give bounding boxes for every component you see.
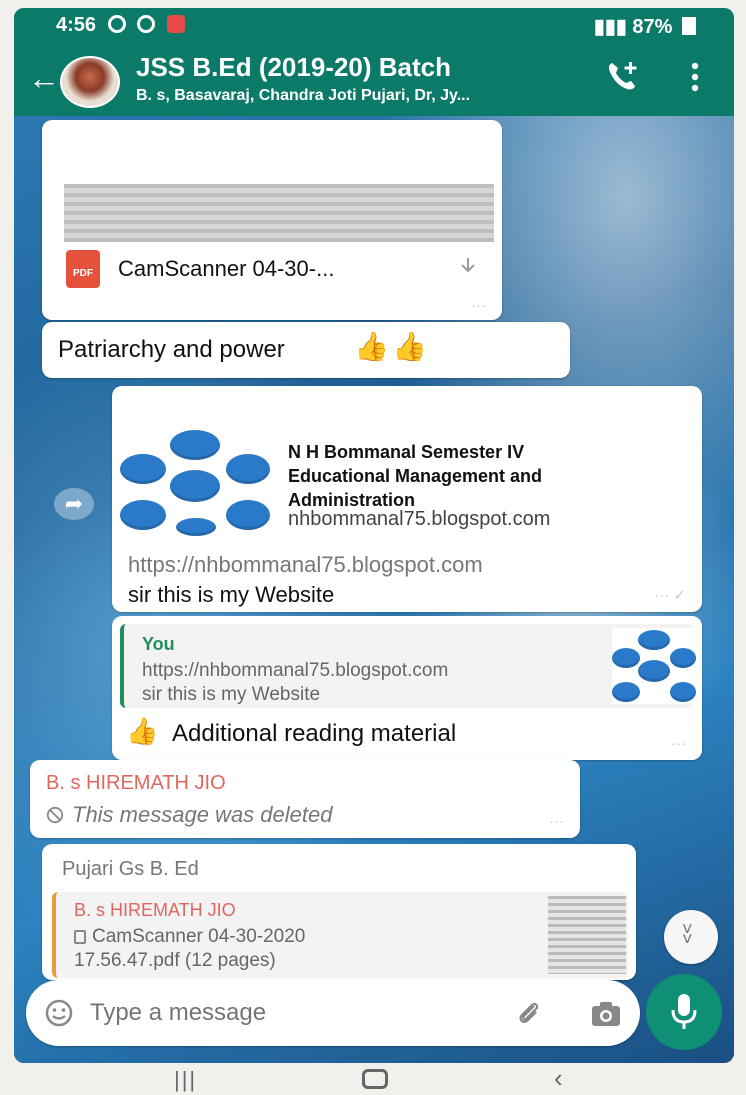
quote-text: sir this is my Website bbox=[142, 684, 321, 705]
back-icon[interactable]: ‹ bbox=[554, 1063, 563, 1094]
recents-icon[interactable]: ||| bbox=[174, 1067, 197, 1093]
quoted-message[interactable]: You https://nhbommanal75.blogspot.com si… bbox=[120, 624, 696, 708]
thumbs-emoji-icon: 👍 bbox=[126, 716, 159, 746]
camera-icon[interactable] bbox=[590, 1000, 622, 1028]
quote-author: B. s HIREMATH JIO bbox=[74, 900, 236, 920]
message-text: Additional reading material bbox=[172, 720, 457, 747]
microphone-icon bbox=[671, 994, 697, 1029]
quote-thumbnail bbox=[612, 628, 696, 704]
attach-icon[interactable] bbox=[514, 998, 544, 1028]
group-avatar[interactable] bbox=[60, 56, 120, 108]
message-input[interactable] bbox=[90, 994, 470, 1032]
notification-icon bbox=[137, 15, 156, 33]
message-notification-icon bbox=[166, 15, 185, 33]
document-message[interactable]: PDF CamScanner 04-30-... ··· bbox=[42, 120, 502, 320]
chat-header: 4:56 ▮▮▮ 87% ← JSS B.Ed (2019-20) Batch … bbox=[14, 8, 734, 116]
voice-message-button[interactable] bbox=[646, 974, 722, 1050]
link-url[interactable]: https://nhbommanal75.blogspot.com bbox=[128, 552, 483, 578]
pdf-icon: PDF bbox=[66, 250, 100, 288]
signal-icon: ▮▮▮ bbox=[593, 16, 627, 38]
reply-document-message[interactable]: Pujari Gs B. Ed B. s HIREMATH JIO CamSca… bbox=[42, 844, 636, 980]
sender-name[interactable]: B. s HIREMATH JIO bbox=[46, 772, 226, 795]
quote-author: You bbox=[142, 634, 175, 654]
battery-icon bbox=[682, 17, 696, 35]
forward-icon[interactable]: ➦ bbox=[54, 488, 94, 520]
phone-screen: 4:56 ▮▮▮ 87% ← JSS B.Ed (2019-20) Batch … bbox=[14, 8, 734, 1063]
more-options-icon[interactable] bbox=[690, 62, 700, 92]
status-time: 4:56 bbox=[56, 14, 185, 42]
add-call-icon[interactable] bbox=[604, 58, 640, 94]
chat-title[interactable]: JSS B.Ed (2019-20) Batch bbox=[136, 52, 451, 83]
document-preview bbox=[64, 184, 494, 242]
quote-text: 17.56.47.pdf (12 pages) bbox=[74, 950, 276, 971]
file-icon bbox=[74, 930, 86, 944]
quote-text: https://nhbommanal75.blogspot.com bbox=[142, 660, 449, 681]
message-meta: ··· bbox=[671, 735, 686, 752]
download-icon[interactable] bbox=[458, 256, 478, 276]
document-filename: CamScanner 04-30-... bbox=[118, 256, 335, 281]
deleted-message[interactable]: B. s HIREMATH JIO This message was delet… bbox=[30, 760, 580, 838]
message-text: sir this is my Website bbox=[128, 582, 335, 607]
emoji-icon[interactable] bbox=[44, 998, 74, 1028]
reply-message[interactable]: You https://nhbommanal75.blogspot.com si… bbox=[112, 616, 702, 760]
chat-members[interactable]: B. s, Basavaraj, Chandra Joti Pujari, Dr… bbox=[136, 87, 576, 105]
status-indicators: ▮▮▮ 87% bbox=[594, 14, 696, 42]
thumbs-emoji-icon: 👍 bbox=[392, 331, 427, 362]
message-meta: ··· ✓ bbox=[654, 587, 686, 604]
quoted-message[interactable]: B. s HIREMATH JIO CamScanner 04-30-2020 … bbox=[52, 892, 628, 978]
link-domain: nhbommanal75.blogspot.com bbox=[288, 508, 551, 530]
system-navigation-bar: ||| ‹ bbox=[14, 1063, 734, 1095]
message-meta: ··· bbox=[471, 297, 486, 314]
link-thumbnail bbox=[120, 426, 270, 536]
chevron-down-icon: ˅ ˅ bbox=[682, 919, 693, 949]
deleted-text: This message was deleted bbox=[72, 802, 333, 827]
notification-icon bbox=[107, 15, 126, 33]
text-message[interactable]: Patriarchy and power 👍 👍 bbox=[42, 322, 570, 378]
link-title: N H Bommanal Semester IV Educational Man… bbox=[288, 442, 543, 510]
back-arrow-icon[interactable]: ← bbox=[28, 60, 60, 97]
home-icon[interactable] bbox=[362, 1069, 388, 1089]
sender-name[interactable]: Pujari Gs B. Ed bbox=[62, 858, 199, 881]
battery-percentage: 87% bbox=[632, 16, 673, 38]
thumbs-emoji-icon: 👍 bbox=[354, 331, 389, 362]
scroll-down-button[interactable]: ˅ ˅ bbox=[664, 910, 718, 964]
status-time-text: 4:56 bbox=[56, 14, 97, 36]
document-thumbnail bbox=[548, 896, 626, 974]
blocked-icon bbox=[46, 806, 64, 824]
quote-text: CamScanner 04-30-2020 bbox=[92, 926, 306, 947]
message-meta: ··· bbox=[549, 813, 564, 830]
message-input-bar bbox=[26, 980, 640, 1046]
message-text: Patriarchy and power bbox=[58, 336, 285, 363]
link-message[interactable]: N H Bommanal Semester IV Educational Man… bbox=[112, 386, 702, 612]
